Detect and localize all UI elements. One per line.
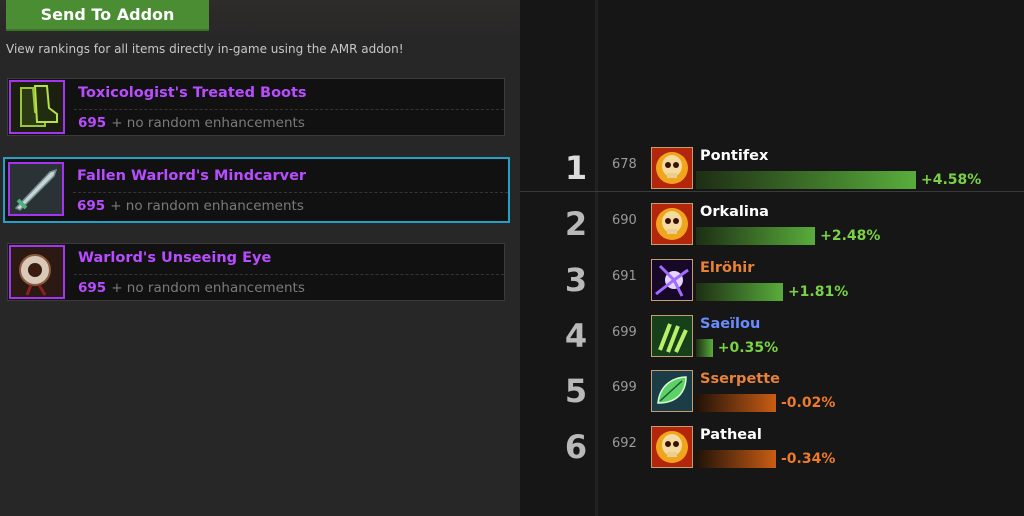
item-details: 695 + no random enhancements [74, 274, 504, 301]
rank-number: 1 [564, 149, 588, 187]
player-name[interactable]: Sserpette [700, 371, 780, 387]
leaf-icon [651, 370, 693, 412]
rank-item-level: 678 [612, 157, 637, 172]
ranking-row[interactable]: 4 699 Saeïlou +0.35% [520, 315, 1024, 365]
ranking-row[interactable]: 3 691 Elröhir +1.81% [520, 259, 1024, 309]
item-card-mindcarver[interactable]: Fallen Warlord's Mindcarver 695 + no ran… [3, 157, 510, 223]
send-to-addon-button[interactable]: Send To Addon [6, 0, 209, 31]
player-name[interactable]: Orkalina [700, 204, 769, 220]
eye-icon [9, 245, 65, 299]
player-name[interactable]: Elröhir [700, 260, 754, 276]
delta-percent: +4.58% [921, 172, 982, 188]
item-details: 695 + no random enhancements [73, 192, 508, 219]
delta-bar [696, 227, 816, 245]
item-enhancements: + no random enhancements [111, 115, 305, 131]
rank-number: 3 [564, 261, 588, 299]
item-level: 695 [78, 115, 107, 131]
ranking-row[interactable]: 6 692 Patheal -0.34% [520, 426, 1024, 476]
item-name[interactable]: Fallen Warlord's Mindcarver [77, 168, 306, 184]
skull-fire-icon [651, 426, 693, 468]
skull-fire-icon [651, 147, 693, 189]
item-name[interactable]: Warlord's Unseeing Eye [78, 250, 271, 266]
item-card-boots[interactable]: Toxicologist's Treated Boots 695 + no ra… [7, 78, 505, 136]
rank-item-level: 699 [612, 325, 637, 340]
rank-number: 4 [564, 317, 588, 355]
rank-item-level: 690 [612, 213, 637, 228]
delta-percent: +1.81% [787, 284, 849, 300]
delta-bar [696, 339, 713, 357]
item-details: 695 + no random enhancements [74, 109, 504, 136]
ranking-row[interactable]: 2 690 Orkalina +2.48% [520, 203, 1024, 253]
rank-item-level: 691 [612, 269, 637, 284]
ranking-row[interactable]: 1 678 Pontifex +4.58% [520, 147, 1024, 197]
rank-item-level: 692 [612, 436, 637, 451]
shadow-burst-icon [651, 259, 693, 301]
player-name[interactable]: Patheal [700, 427, 762, 443]
rank-number: 5 [564, 372, 588, 410]
rank-item-level: 699 [612, 380, 637, 395]
item-card-unseeing-eye[interactable]: Warlord's Unseeing Eye 695 + no random e… [7, 243, 505, 301]
skull-fire-icon [651, 203, 693, 245]
delta-bar [696, 450, 776, 468]
delta-percent: -0.02% [781, 395, 836, 411]
player-name[interactable]: Saeïlou [700, 316, 760, 332]
ranking-row[interactable]: 5 699 Sserpette -0.02% [520, 370, 1024, 420]
dagger-icon [8, 162, 64, 216]
delta-percent: +2.48% [820, 228, 881, 244]
addon-hint-text: View rankings for all items directly in-… [6, 42, 404, 56]
item-level: 695 [78, 280, 107, 296]
item-enhancements: + no random enhancements [110, 198, 304, 214]
player-name[interactable]: Pontifex [700, 148, 768, 164]
boots-icon [9, 80, 65, 134]
nature-claw-icon [651, 315, 693, 357]
delta-bar [696, 394, 776, 412]
rank-number: 2 [564, 205, 588, 243]
delta-percent: +0.35% [717, 340, 779, 356]
rank-number: 6 [564, 428, 588, 466]
item-level: 695 [77, 198, 106, 214]
item-name[interactable]: Toxicologist's Treated Boots [78, 85, 307, 101]
item-enhancements: + no random enhancements [111, 280, 305, 296]
delta-bar [696, 171, 916, 189]
delta-percent: -0.34% [781, 451, 836, 467]
delta-bar [696, 283, 783, 301]
